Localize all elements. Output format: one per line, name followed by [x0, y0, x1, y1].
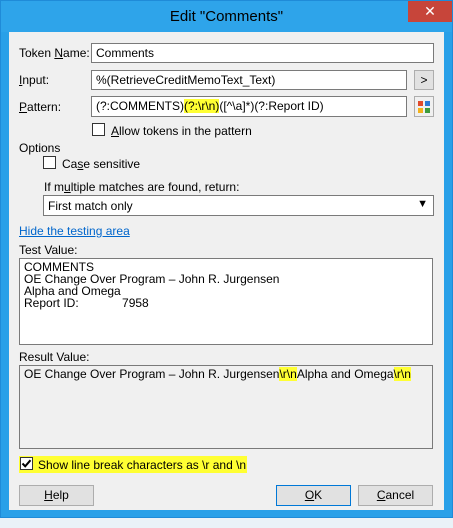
result-value-textarea[interactable]: OE Change Over Program – John R. Jurgens…: [19, 365, 433, 449]
options-heading: Options: [19, 141, 61, 155]
token-name-input[interactable]: Comments: [91, 43, 434, 63]
regex-builder-icon: [418, 101, 430, 113]
close-button[interactable]: ✕: [408, 1, 452, 22]
multiple-matches-select[interactable]: First match only ▼: [43, 195, 434, 216]
regex-builder-button[interactable]: [414, 96, 434, 117]
help-button[interactable]: Help: [19, 485, 94, 506]
insert-token-button[interactable]: >: [414, 70, 434, 90]
hide-testing-area-link[interactable]: Hide the testing area: [19, 224, 130, 238]
test-value-line: Report ID: 7958: [24, 296, 149, 310]
title-bar[interactable]: Edit "Comments" ✕: [1, 1, 452, 32]
case-sensitive-label: Case sensitive: [62, 157, 141, 171]
result-value-label: Result Value:: [19, 350, 90, 364]
dialog-body: Token Name: Comments Input: %(RetrieveCr…: [9, 32, 444, 510]
allow-tokens-checkbox[interactable]: [92, 123, 105, 136]
multiple-matches-label: If multiple matches are found, return:: [44, 180, 240, 194]
chevron-down-icon: ▼: [417, 198, 428, 210]
pattern-field[interactable]: (?:COMMENTS)(?:\r\n)([^\a]*)(?:Report ID…: [91, 96, 407, 117]
close-icon: ✕: [424, 3, 436, 19]
window-title: Edit "Comments": [169, 8, 284, 25]
ok-button[interactable]: OK: [276, 485, 351, 506]
show-linebreak-checkbox[interactable]: [20, 457, 33, 470]
allow-tokens-label: Allow tokens in the pattern: [111, 124, 252, 138]
input-field[interactable]: %(RetrieveCreditMemoText_Text): [91, 70, 407, 90]
chevron-right-icon: >: [420, 73, 428, 87]
test-value-label: Test Value:: [19, 243, 78, 257]
test-value-textarea[interactable]: COMMENTS OE Change Over Program – John R.…: [19, 258, 433, 345]
cancel-button[interactable]: Cancel: [358, 485, 433, 506]
pattern-label: Pattern:: [19, 100, 62, 114]
dialog-window: Edit "Comments" ✕ Token Name: Comments I…: [0, 0, 453, 518]
show-linebreak-label: Show line break characters as \r and \n: [38, 458, 247, 472]
checkmark-icon: [21, 459, 32, 468]
input-label: Input:: [19, 73, 50, 87]
token-name-label: Token Name:: [19, 46, 90, 60]
case-sensitive-checkbox[interactable]: [43, 156, 56, 169]
